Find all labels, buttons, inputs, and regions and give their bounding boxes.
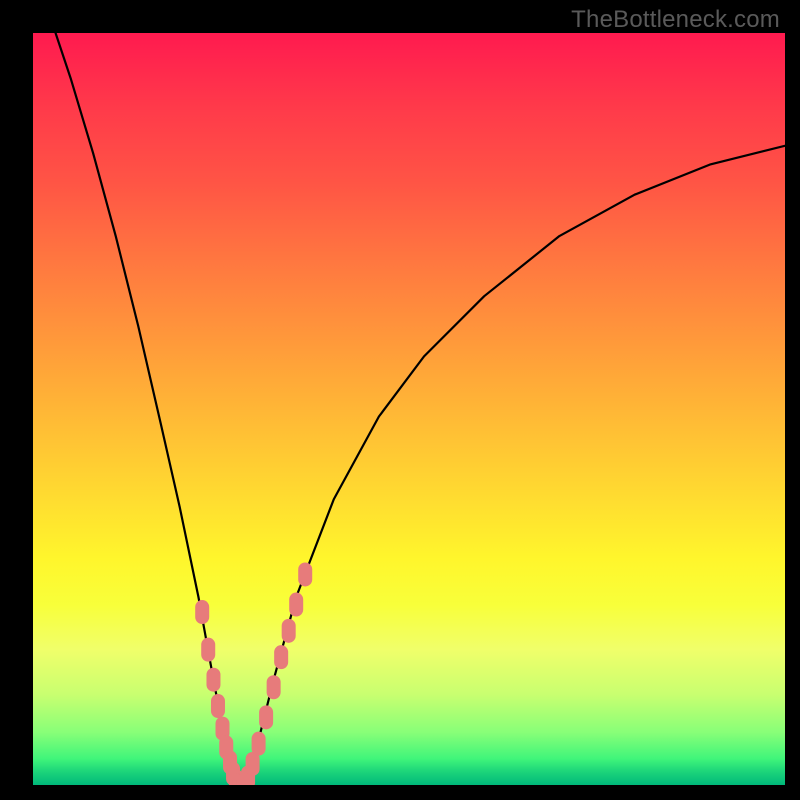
highlight-marker — [252, 732, 266, 756]
highlight-marker — [267, 675, 281, 699]
highlight-marker — [195, 600, 209, 624]
watermark-text: TheBottleneck.com — [571, 6, 780, 34]
highlight-marker — [298, 562, 312, 586]
highlight-marker — [206, 668, 220, 692]
highlight-marker — [282, 619, 296, 643]
highlight-marker — [274, 645, 288, 669]
highlight-marker — [289, 593, 303, 617]
plot-area — [33, 33, 785, 785]
bottleneck-curve — [56, 33, 785, 785]
highlight-marker — [211, 694, 225, 718]
highlight-marker — [259, 705, 273, 729]
highlight-marker — [201, 638, 215, 662]
curve-layer — [33, 33, 785, 785]
chart-frame: TheBottleneck.com — [0, 0, 800, 800]
